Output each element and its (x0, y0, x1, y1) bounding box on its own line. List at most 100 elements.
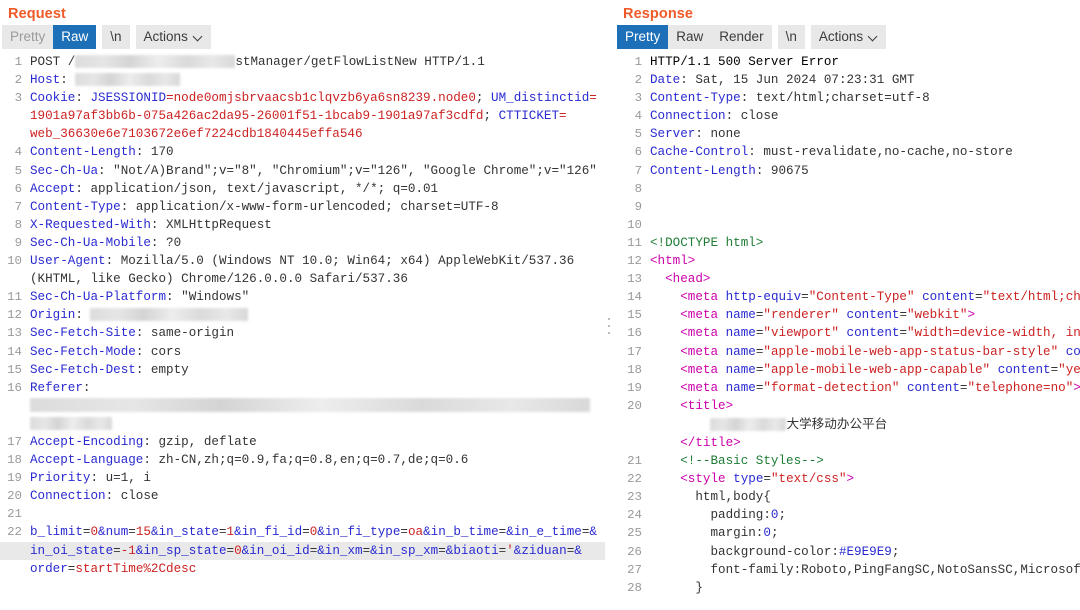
line-number: 25 (627, 526, 642, 541)
request-panel-title: Request (8, 6, 66, 22)
line-number: 5 (634, 127, 642, 142)
code-line: 4 Content-Length: 170 (0, 143, 605, 161)
line-content: <style type="text/css"> (680, 472, 855, 487)
line-content: background-color:#E9E9E9; (650, 544, 900, 559)
code-line: 5 Sec-Ch-Ua: "Not/A)Brand";v="8", "Chromi… (0, 162, 605, 180)
response-view-tabs: Pretty Raw Render (617, 25, 772, 49)
code-line: 1 POST / stManager/getFlowListNew HTTP/1.1 (0, 53, 605, 71)
line-content (28, 505, 605, 523)
line-number: 2 (14, 73, 22, 88)
code-line: 7 Content-Type: application/x-www-form-ur… (0, 198, 605, 216)
redacted-block (75, 55, 236, 68)
line-content: Sec-Ch-Ua-Platform: "Windows" (30, 290, 250, 305)
response-tab-newline[interactable]: \n (777, 25, 805, 49)
line-content (648, 216, 1080, 234)
line-content: Priority: u=1, i (30, 471, 151, 486)
request-tab-raw[interactable]: Raw (53, 25, 97, 49)
line-content: 1901a97af3bb6b-075a426ac2da95-26001f51-1… (30, 109, 567, 124)
code-line-body: 22 b_limit=0&num=15&in_state=1&in_fi_id=0… (0, 523, 605, 541)
line-number: 12 (7, 308, 22, 323)
code-line: 15 Sec-Fetch-Dest: empty (0, 361, 605, 379)
response-panel-title: Response (623, 6, 694, 22)
line-content: Server: none (650, 127, 741, 142)
response-tabbar: Pretty Raw Render \n Actions (615, 25, 1080, 49)
line-number: 11 (627, 235, 642, 250)
code-line: 2 Date: Sat, 15 Jun 2024 07:23:31 GMT (615, 71, 1080, 89)
line-content: 大学移动办公平台 (648, 415, 1080, 434)
request-actions-button[interactable]: Actions (135, 25, 211, 49)
code-line: 5 Server: none (615, 125, 1080, 143)
line-content: </title> (680, 435, 741, 450)
response-tab-render[interactable]: Render (711, 25, 772, 49)
request-tabbar: Pretty Raw \n Actions (0, 25, 605, 49)
line-number: 1 (634, 55, 642, 69)
panel-splitter[interactable] (605, 0, 615, 610)
response-tab-raw[interactable]: Raw (668, 25, 712, 49)
line-number: 17 (627, 344, 642, 359)
code-line: 3 Cookie: JSESSIONID=node0omjsbrvaacsb1cl… (0, 89, 605, 107)
redacted-block (30, 416, 112, 430)
line-content: Sec-Fetch-Site: same-origin (30, 326, 235, 341)
code-line: 6 Cache-Control: must-revalidate,no-cache… (615, 143, 1080, 161)
line-content: b_limit=0&num=15&in_state=1&in_fi_id=0&i… (30, 525, 597, 540)
line-content: in_oi_state=-1&in_sp_state=0&in_oi_id=&i… (30, 543, 582, 558)
code-line (0, 397, 605, 415)
line-number: 6 (14, 181, 22, 196)
line-number: 3 (14, 91, 22, 106)
code-line: 14 Sec-Fetch-Mode: cors (0, 343, 605, 361)
line-content: Sec-Ch-Ua-Mobile: ?0 (30, 235, 182, 250)
code-line: 17 <meta name="apple-mobile-web-app-stat… (615, 343, 1080, 361)
line-content: Origin: (28, 306, 605, 324)
line-content: Content-Length: 90675 (650, 163, 809, 178)
line-number: 22 (627, 472, 642, 487)
request-tab-pretty[interactable]: Pretty (2, 25, 54, 49)
code-line: 19 Priority: u=1, i (0, 469, 605, 487)
line-number: 10 (627, 217, 642, 232)
line-number: 23 (627, 490, 642, 505)
code-line: 20 <title> (615, 397, 1080, 415)
code-line: 6 Accept: application/json, text/javascri… (0, 180, 605, 198)
response-actions-label: Actions (818, 29, 864, 45)
line-number: 17 (7, 434, 22, 449)
redacted-block (75, 73, 181, 87)
line-number: 21 (7, 507, 22, 522)
line-number: 9 (634, 199, 642, 214)
code-line: 14 <meta http-equiv="Content-Type" conte… (615, 288, 1080, 306)
code-line: 2 Host: (0, 71, 605, 89)
code-line: 11 Sec-Ch-Ua-Platform: "Windows" (0, 288, 605, 306)
code-line: 11 <!DOCTYPE html> (615, 234, 1080, 252)
line-number: 4 (634, 109, 642, 124)
code-line: 8 (615, 180, 1080, 198)
line-number: 7 (14, 199, 22, 214)
line-number: 19 (627, 380, 642, 395)
response-actions-button[interactable]: Actions (810, 25, 887, 49)
line-number: 10 (7, 254, 22, 269)
burp-request-response-viewer: Request Pretty Raw \n Actions 1 POST / stM… (0, 0, 1080, 610)
request-tab-newline[interactable]: \n (102, 25, 130, 49)
code-line: 27 font-family:Roboto,PingFangSC,NotoSan… (615, 561, 1080, 579)
code-line: 12 <html> (615, 252, 1080, 270)
response-editor[interactable]: 1 HTTP/1.1 500 Server Error 2 Date: Sat, 1… (615, 53, 1080, 610)
request-editor[interactable]: 1 POST / stManager/getFlowListNew HTTP/1.1… (0, 53, 605, 610)
line-content: (KHTML, like Gecko) Chrome/126.0.0.0 Saf… (30, 272, 408, 287)
line-content (28, 415, 605, 433)
line-content: Host: (28, 71, 605, 89)
line-number: 16 (627, 326, 642, 341)
line-content: web_36630e6e7103672e6ef7224cdb1840445eff… (30, 127, 363, 142)
line-content: <meta name="renderer" content="webkit"> (680, 308, 976, 323)
line-content: Sec-Ch-Ua: "Not/A)Brand";v="8", "Chromiu… (30, 163, 597, 178)
line-content: Connection: close (30, 489, 159, 504)
line-number: 4 (14, 145, 22, 160)
line-content: <meta name="apple-mobile-web-app-status-… (680, 344, 1080, 359)
code-line: 16 <meta name="viewport" content="width=… (615, 324, 1080, 342)
line-content: } (650, 580, 703, 595)
response-tab-pretty[interactable]: Pretty (617, 25, 669, 49)
code-line (0, 415, 605, 433)
splitter-grip-icon (608, 318, 611, 334)
line-content: Content-Type: text/html;charset=utf-8 (650, 91, 930, 106)
code-line: web_36630e6e7103672e6ef7224cdb1840445eff… (0, 125, 605, 143)
line-content: Accept: application/json, text/javascrip… (30, 181, 439, 196)
code-line: 16 Referer: (0, 379, 605, 397)
code-line: 7 Content-Length: 90675 (615, 162, 1080, 180)
line-content (648, 180, 1080, 198)
